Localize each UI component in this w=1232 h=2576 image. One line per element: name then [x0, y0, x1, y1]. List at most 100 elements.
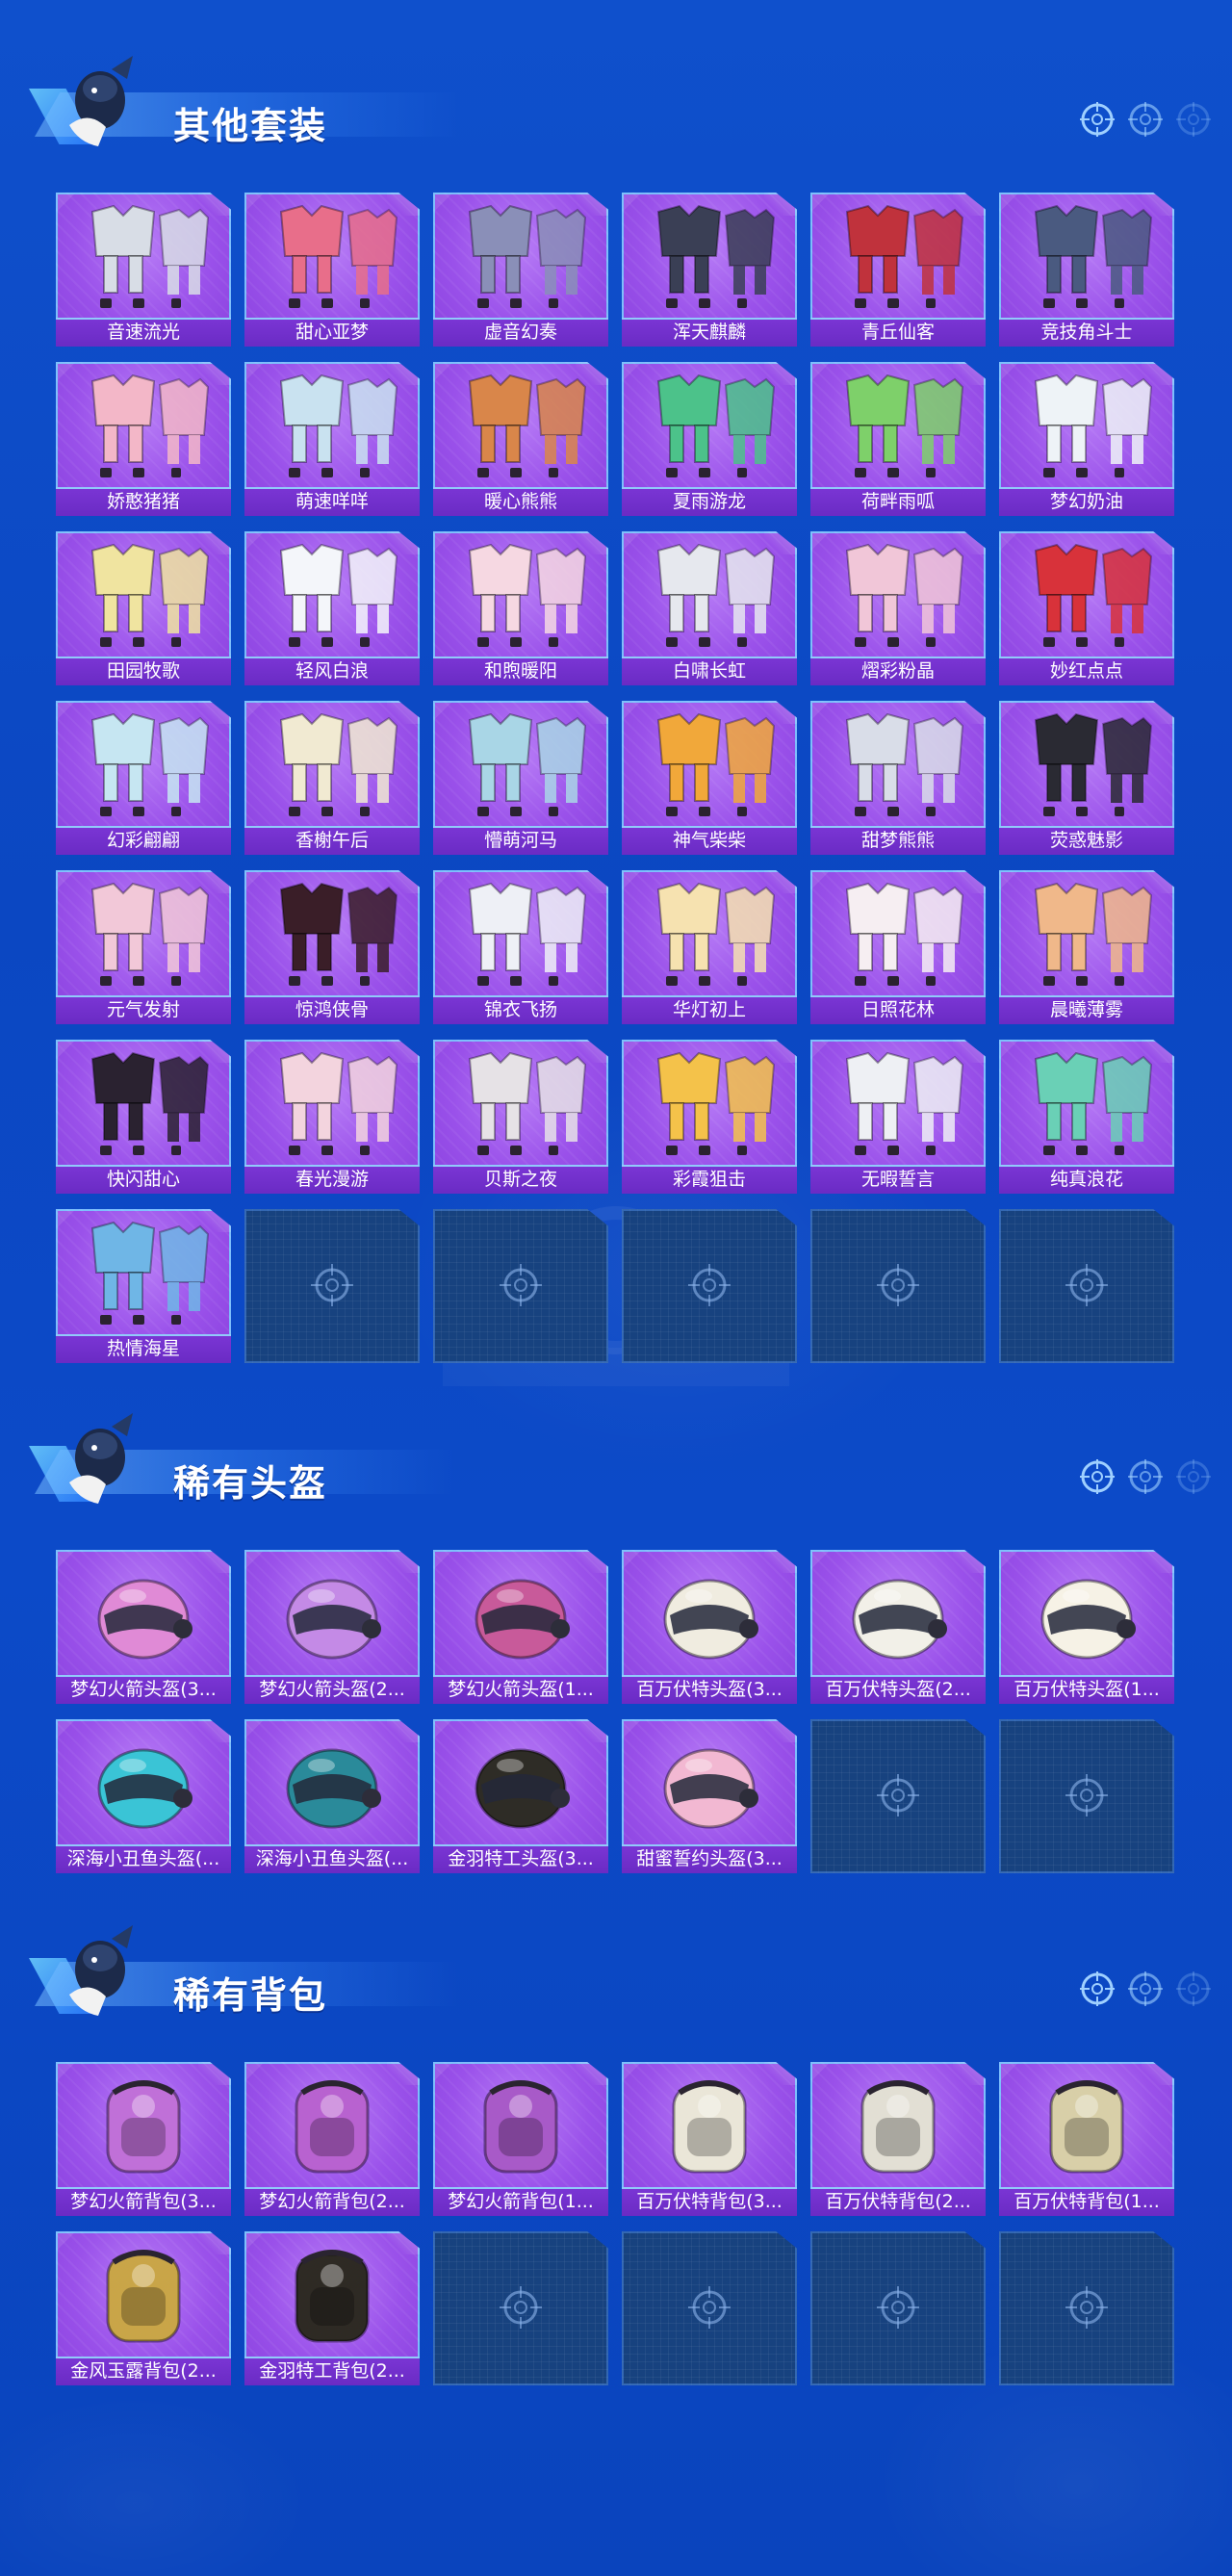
item-card[interactable]: 梦幻火箭头盔(1... — [433, 1550, 608, 1704]
outfit-image — [468, 1051, 587, 1155]
item-name: 百万伏特头盔(3... — [622, 1675, 797, 1704]
item-name: 梦幻火箭背包(1... — [433, 2187, 608, 2216]
outfit-image — [845, 204, 964, 308]
item-card[interactable]: 梦幻火箭头盔(2... — [244, 1550, 420, 1704]
outfit-image — [279, 374, 398, 477]
section-title: 稀有背包 — [173, 1976, 328, 2017]
empty-slot — [999, 1719, 1174, 1873]
item-card[interactable]: 白啸长虹 — [622, 531, 797, 685]
item-card[interactable]: 荷畔雨呱 — [810, 362, 986, 516]
item-card[interactable]: 梦幻火箭背包(2... — [244, 2062, 420, 2216]
empty-slot — [810, 2231, 986, 2385]
item-card[interactable]: 音速流光 — [56, 193, 231, 347]
item-card[interactable]: 无暇誓言 — [810, 1040, 986, 1194]
item-card[interactable]: 熠彩粉晶 — [810, 531, 986, 685]
item-card[interactable]: 甜蜜誓约头盔(3... — [622, 1719, 797, 1873]
empty-slot — [433, 2231, 608, 2385]
item-name: 夏雨游龙 — [622, 487, 797, 516]
item-card[interactable]: 晨曦薄雾 — [999, 870, 1174, 1024]
item-name: 荷畔雨呱 — [810, 487, 986, 516]
item-card[interactable]: 锦衣飞扬 — [433, 870, 608, 1024]
item-card[interactable]: 百万伏特头盔(3... — [622, 1550, 797, 1704]
item-card[interactable]: 梦幻火箭背包(1... — [433, 2062, 608, 2216]
item-card[interactable]: 虚音幻奏 — [433, 193, 608, 347]
item-name: 金羽特工头盔(3... — [433, 1844, 608, 1873]
empty-slot — [810, 1719, 986, 1873]
item-card[interactable]: 田园牧歌 — [56, 531, 231, 685]
item-card[interactable]: 甜心亚梦 — [244, 193, 420, 347]
item-card[interactable]: 神气柴柴 — [622, 701, 797, 855]
item-card[interactable]: 轻风白浪 — [244, 531, 420, 685]
item-card[interactable]: 萌速咩咩 — [244, 362, 420, 516]
outfit-image — [468, 543, 587, 647]
item-name: 甜梦熊熊 — [810, 826, 986, 855]
outfit-image — [845, 882, 964, 986]
item-card[interactable]: 幻彩翩翩 — [56, 701, 231, 855]
item-card[interactable]: 娇憨猪猪 — [56, 362, 231, 516]
item-name: 香榭午后 — [244, 826, 420, 855]
item-card[interactable]: 金羽特工头盔(3... — [433, 1719, 608, 1873]
item-card[interactable]: 华灯初上 — [622, 870, 797, 1024]
item-card[interactable]: 暖心熊熊 — [433, 362, 608, 516]
item-card[interactable]: 梦幻奶油 — [999, 362, 1174, 516]
item-card[interactable]: 纯真浪花 — [999, 1040, 1174, 1194]
header-crosshair-icons — [1068, 100, 1213, 142]
item-card[interactable]: 香榭午后 — [244, 701, 420, 855]
header-crosshair-icons — [1068, 1457, 1213, 1500]
item-card[interactable]: 金风玉露背包(2... — [56, 2231, 231, 2385]
helmet-grid: 梦幻火箭头盔(3... 梦幻火箭头盔(2... 梦幻火箭头盔(1... 百万伏特头盔(… — [56, 1550, 1176, 1896]
item-card[interactable]: 夏雨游龙 — [622, 362, 797, 516]
mascot-icon — [69, 1413, 133, 1504]
outfit-image — [656, 374, 776, 477]
item-card[interactable]: 梦幻火箭头盔(3... — [56, 1550, 231, 1704]
item-card[interactable]: 贝斯之夜 — [433, 1040, 608, 1194]
item-name: 金羽特工背包(2... — [244, 2357, 420, 2385]
backpack-image — [483, 2080, 558, 2174]
item-name: 百万伏特背包(3... — [622, 2187, 797, 2216]
outfit-image — [90, 712, 210, 816]
item-card[interactable]: 百万伏特背包(3... — [622, 2062, 797, 2216]
item-name: 百万伏特头盔(2... — [810, 1675, 986, 1704]
outfit-image — [90, 1221, 210, 1325]
item-name: 贝斯之夜 — [433, 1165, 608, 1194]
item-name: 华灯初上 — [622, 995, 797, 1024]
item-card[interactable]: 彩霞狙击 — [622, 1040, 797, 1194]
item-card[interactable]: 热情海星 — [56, 1209, 231, 1363]
item-name: 荧惑魅影 — [999, 826, 1174, 855]
item-card[interactable]: 惊鸿侠骨 — [244, 870, 420, 1024]
helmet-image — [663, 1579, 758, 1660]
crosshair-icon — [1126, 100, 1165, 139]
item-card[interactable]: 元气发射 — [56, 870, 231, 1024]
outfit-image — [1034, 204, 1153, 308]
item-card[interactable]: 妙红点点 — [999, 531, 1174, 685]
outfit-image — [845, 543, 964, 647]
item-card[interactable]: 梦幻火箭背包(3... — [56, 2062, 231, 2216]
item-card[interactable]: 荧惑魅影 — [999, 701, 1174, 855]
item-card[interactable]: 百万伏特头盔(2... — [810, 1550, 986, 1704]
item-card[interactable]: 和煦暖阳 — [433, 531, 608, 685]
item-card[interactable]: 金羽特工背包(2... — [244, 2231, 420, 2385]
item-card[interactable]: 春光漫游 — [244, 1040, 420, 1194]
item-name: 元气发射 — [56, 995, 231, 1024]
item-card[interactable]: 竞技角斗士 — [999, 193, 1174, 347]
item-card[interactable]: 百万伏特背包(1... — [999, 2062, 1174, 2216]
item-card[interactable]: 深海小丑鱼头盔(... — [56, 1719, 231, 1873]
item-name: 梦幻火箭头盔(2... — [244, 1675, 420, 1704]
item-card[interactable]: 深海小丑鱼头盔(... — [244, 1719, 420, 1873]
section-header: 稀有背包 — [29, 1919, 1213, 2025]
outfit-image — [656, 882, 776, 986]
item-card[interactable]: 甜梦熊熊 — [810, 701, 986, 855]
item-card[interactable]: 快闪甜心 — [56, 1040, 231, 1194]
outfit-image — [279, 543, 398, 647]
item-card[interactable]: 百万伏特背包(2... — [810, 2062, 986, 2216]
outfit-image — [468, 882, 587, 986]
crosshair-icon — [877, 1774, 919, 1816]
item-card[interactable]: 懵萌河马 — [433, 701, 608, 855]
item-card[interactable]: 日照花林 — [810, 870, 986, 1024]
crosshair-icon — [1174, 1970, 1213, 2008]
item-card[interactable]: 青丘仙客 — [810, 193, 986, 347]
item-name: 深海小丑鱼头盔(... — [56, 1844, 231, 1873]
item-card[interactable]: 百万伏特头盔(1... — [999, 1550, 1174, 1704]
item-name: 百万伏特背包(2... — [810, 2187, 986, 2216]
item-card[interactable]: 浑天麒麟 — [622, 193, 797, 347]
